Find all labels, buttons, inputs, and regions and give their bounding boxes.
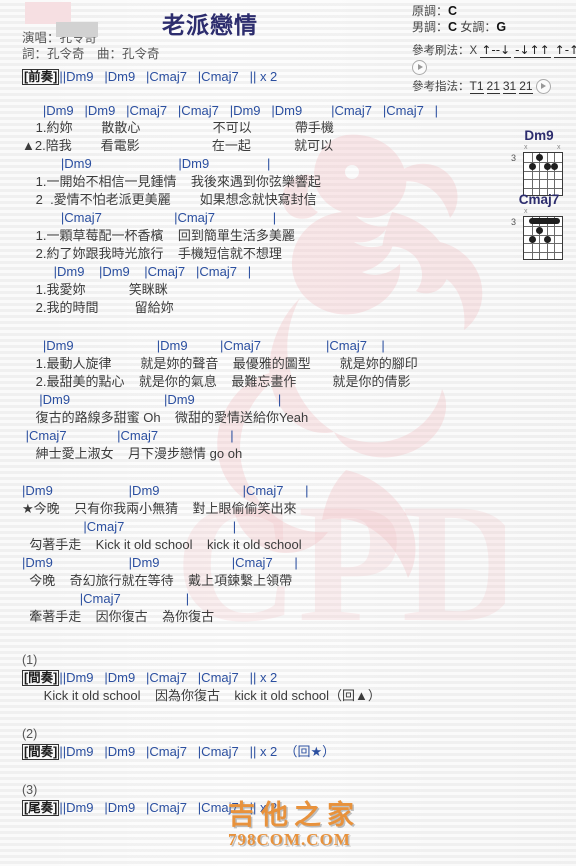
- dragon-watermark: [217, 134, 483, 578]
- outro-line-1: [間奏] ||Dm9 |Dm9 |Cmaj7 |Cmaj7 || x 2: [22, 670, 277, 686]
- section-number: (3): [22, 783, 38, 797]
- chord-line: |Dm9 |Dm9 |Cmaj7 |: [22, 483, 309, 498]
- chord-line: |Dm9 |Dm9 |Cmaj7 |: [22, 555, 298, 570]
- redacted-block-logo: [25, 2, 71, 24]
- original-key-label: 原調：: [412, 4, 449, 18]
- muted-string-icon: x: [524, 208, 528, 215]
- original-key-row: 原調：C: [412, 3, 506, 19]
- lyric-line: 2 .愛情不怕老派更美麗 如果想念就快寫封信: [32, 192, 317, 207]
- lyric-line: 1.一顆草莓配一杯香檳 回到簡單生活多美麗: [32, 228, 295, 243]
- chord-name: Dm9: [524, 128, 554, 143]
- lyric-line: 1.最動人旋律 就是妳的聲音 最優雅的圖型 就是妳的腳印: [32, 356, 418, 371]
- writer-line: 詞：孔令奇 曲：孔令奇: [22, 47, 160, 61]
- chord-line: |Cmaj7 |: [22, 519, 237, 534]
- lyric-line: 勾著手走 Kick it old school kick it old scho…: [22, 537, 302, 552]
- chord-line: |Cmaj7 |Cmaj7 |: [22, 428, 234, 443]
- redacted-block-label: [56, 22, 98, 37]
- chord-diagram-dm9: Dm9 x x 3: [508, 128, 570, 200]
- strum-seg-2: -↓↑↑: [514, 43, 551, 58]
- chord-line: |Cmaj7 |: [22, 591, 190, 606]
- muted-string-icon: x: [524, 144, 528, 151]
- play-icon[interactable]: [412, 60, 427, 75]
- lyric-line: 1.約妳 散散心 不可以 帶手機: [32, 120, 334, 135]
- start-fret-label: 3: [511, 217, 517, 227]
- intro-marker: [前奏]: [22, 69, 60, 85]
- female-key-label: 女調：: [460, 20, 497, 34]
- finger-seg-1: T1: [469, 79, 484, 94]
- finger-label: 參考指法：: [412, 81, 470, 93]
- outro-extra: Kick it old school 因為你復古 kick it old sch…: [22, 688, 381, 703]
- chord-line: |Dm9 |Dm9 |Cmaj7 |Cmaj7 |: [32, 338, 385, 353]
- lyric-line: 紳士愛上淑女 月下漫步戀情 go oh: [32, 446, 243, 461]
- chord-line: |Dm9 |Dm9 |Cmaj7 |Cmaj7 |Dm9 |Dm9 |Cmaj7…: [32, 103, 439, 118]
- strum-label: 參考刷法：: [412, 45, 470, 57]
- chord-diagram-cmaj7: Cmaj7 x 3: [508, 192, 570, 264]
- section-number: (2): [22, 727, 38, 741]
- strum-x: X: [469, 45, 478, 57]
- interlude-marker: [間奏]: [22, 744, 60, 760]
- chord-line: |Dm9 |Dm9 |Cmaj7 |Cmaj7 |: [32, 264, 252, 279]
- chord-sheet-page: CPDL 老派戀情 演唱：孔令奇 詞：孔令奇 曲：孔令奇 原調：C 男調：C 女…: [0, 0, 576, 866]
- finger-seg-4: 21: [519, 79, 533, 94]
- fretboard: [523, 216, 563, 260]
- outro-line-3: [尾奏] ||Dm9 |Dm9 |Cmaj7 |Cmaj7 || x 2: [22, 800, 277, 816]
- section-number: (1): [22, 653, 38, 667]
- chord-line: |Dm9 |Dm9 |: [32, 392, 282, 407]
- lyric-line: 復古的路線多甜蜜 Oh 微甜的愛情送給你Yeah: [32, 410, 309, 425]
- finger-seg-3: 31: [502, 79, 517, 94]
- lyric-line: ▲2.陪我 看電影 在一起 就可以: [22, 138, 334, 153]
- intro-line: [前奏] ||Dm9 |Dm9 |Cmaj7 |Cmaj7 || x 2: [22, 69, 277, 85]
- finger-seg-2: 21: [486, 79, 500, 94]
- play-icon[interactable]: [535, 79, 551, 95]
- strum-pattern: ↑--↓-↓↑↑↑-↑↓: [480, 43, 576, 58]
- male-key-label: 男調：: [412, 20, 449, 34]
- gender-key-row: 男調：C 女調：G: [412, 19, 506, 35]
- lyric-line: ★今晚 只有你我兩小無猜 對上眼偷偷笑出來: [22, 501, 297, 516]
- interlude-marker: [間奏]: [22, 670, 60, 686]
- site-url: 798COM.COM: [228, 830, 351, 849]
- intro-chords: ||Dm9 |Dm9 |Cmaj7 |Cmaj7 || x 2: [59, 69, 278, 84]
- strum-seg-1: ↑--↓: [480, 43, 512, 58]
- male-key-value: C: [448, 20, 458, 34]
- muted-string-icon: x: [557, 144, 561, 151]
- outro-marker: [尾奏]: [22, 800, 60, 816]
- fingerstyle-reference: 參考指法：T1 21 31 21: [412, 78, 551, 95]
- female-key-value: G: [496, 20, 507, 34]
- outro-line-2: [間奏] ||Dm9 |Dm9 |Cmaj7 |Cmaj7 || x 2 （回★）: [22, 744, 335, 760]
- chord-grid: x 3: [511, 208, 567, 264]
- chord-line: |Cmaj7 |Cmaj7 |: [32, 210, 277, 225]
- lyric-line: 2.約了妳跟我時光旅行 手機短信就不想理: [32, 246, 282, 261]
- outro-chords: ||Dm9 |Dm9 |Cmaj7 |Cmaj7 || x 2: [59, 800, 278, 815]
- chord-line: |Dm9 |Dm9 |: [32, 156, 271, 171]
- strum-reference: 參考刷法：X ↑--↓-↓↑↑↑-↑↓: [412, 42, 576, 75]
- lyric-line: 1.我愛妳 笑眯眯: [32, 282, 168, 297]
- original-key-value: C: [448, 4, 458, 18]
- lyric-line: 牽著手走 因你復古 為你復古: [22, 609, 215, 624]
- fretboard: [523, 152, 563, 196]
- strum-play-row: [412, 60, 576, 75]
- chord-name: Cmaj7: [518, 192, 560, 207]
- outro-chords: ||Dm9 |Dm9 |Cmaj7 |Cmaj7 || x 2 （回★）: [59, 744, 336, 759]
- lyric-line: 今晚 奇幻旅行就在等待 戴上項鍊繫上領帶: [22, 573, 293, 588]
- lyric-line: 2.我的時間 留給妳: [32, 300, 174, 315]
- lyric-line: 2.最甜美的點心 就是你的氣息 最難忘畫作 就是你的倩影: [32, 374, 411, 389]
- strum-seg-3: ↑-↑↓: [553, 44, 576, 58]
- outro-chords: ||Dm9 |Dm9 |Cmaj7 |Cmaj7 || x 2: [59, 670, 278, 685]
- key-info: 原調：C 男調：C 女調：G: [412, 3, 506, 35]
- start-fret-label: 3: [511, 153, 517, 163]
- lyric-line: 1.一開始不相信一見鍾情 我後來遇到你弦樂響起: [32, 174, 321, 189]
